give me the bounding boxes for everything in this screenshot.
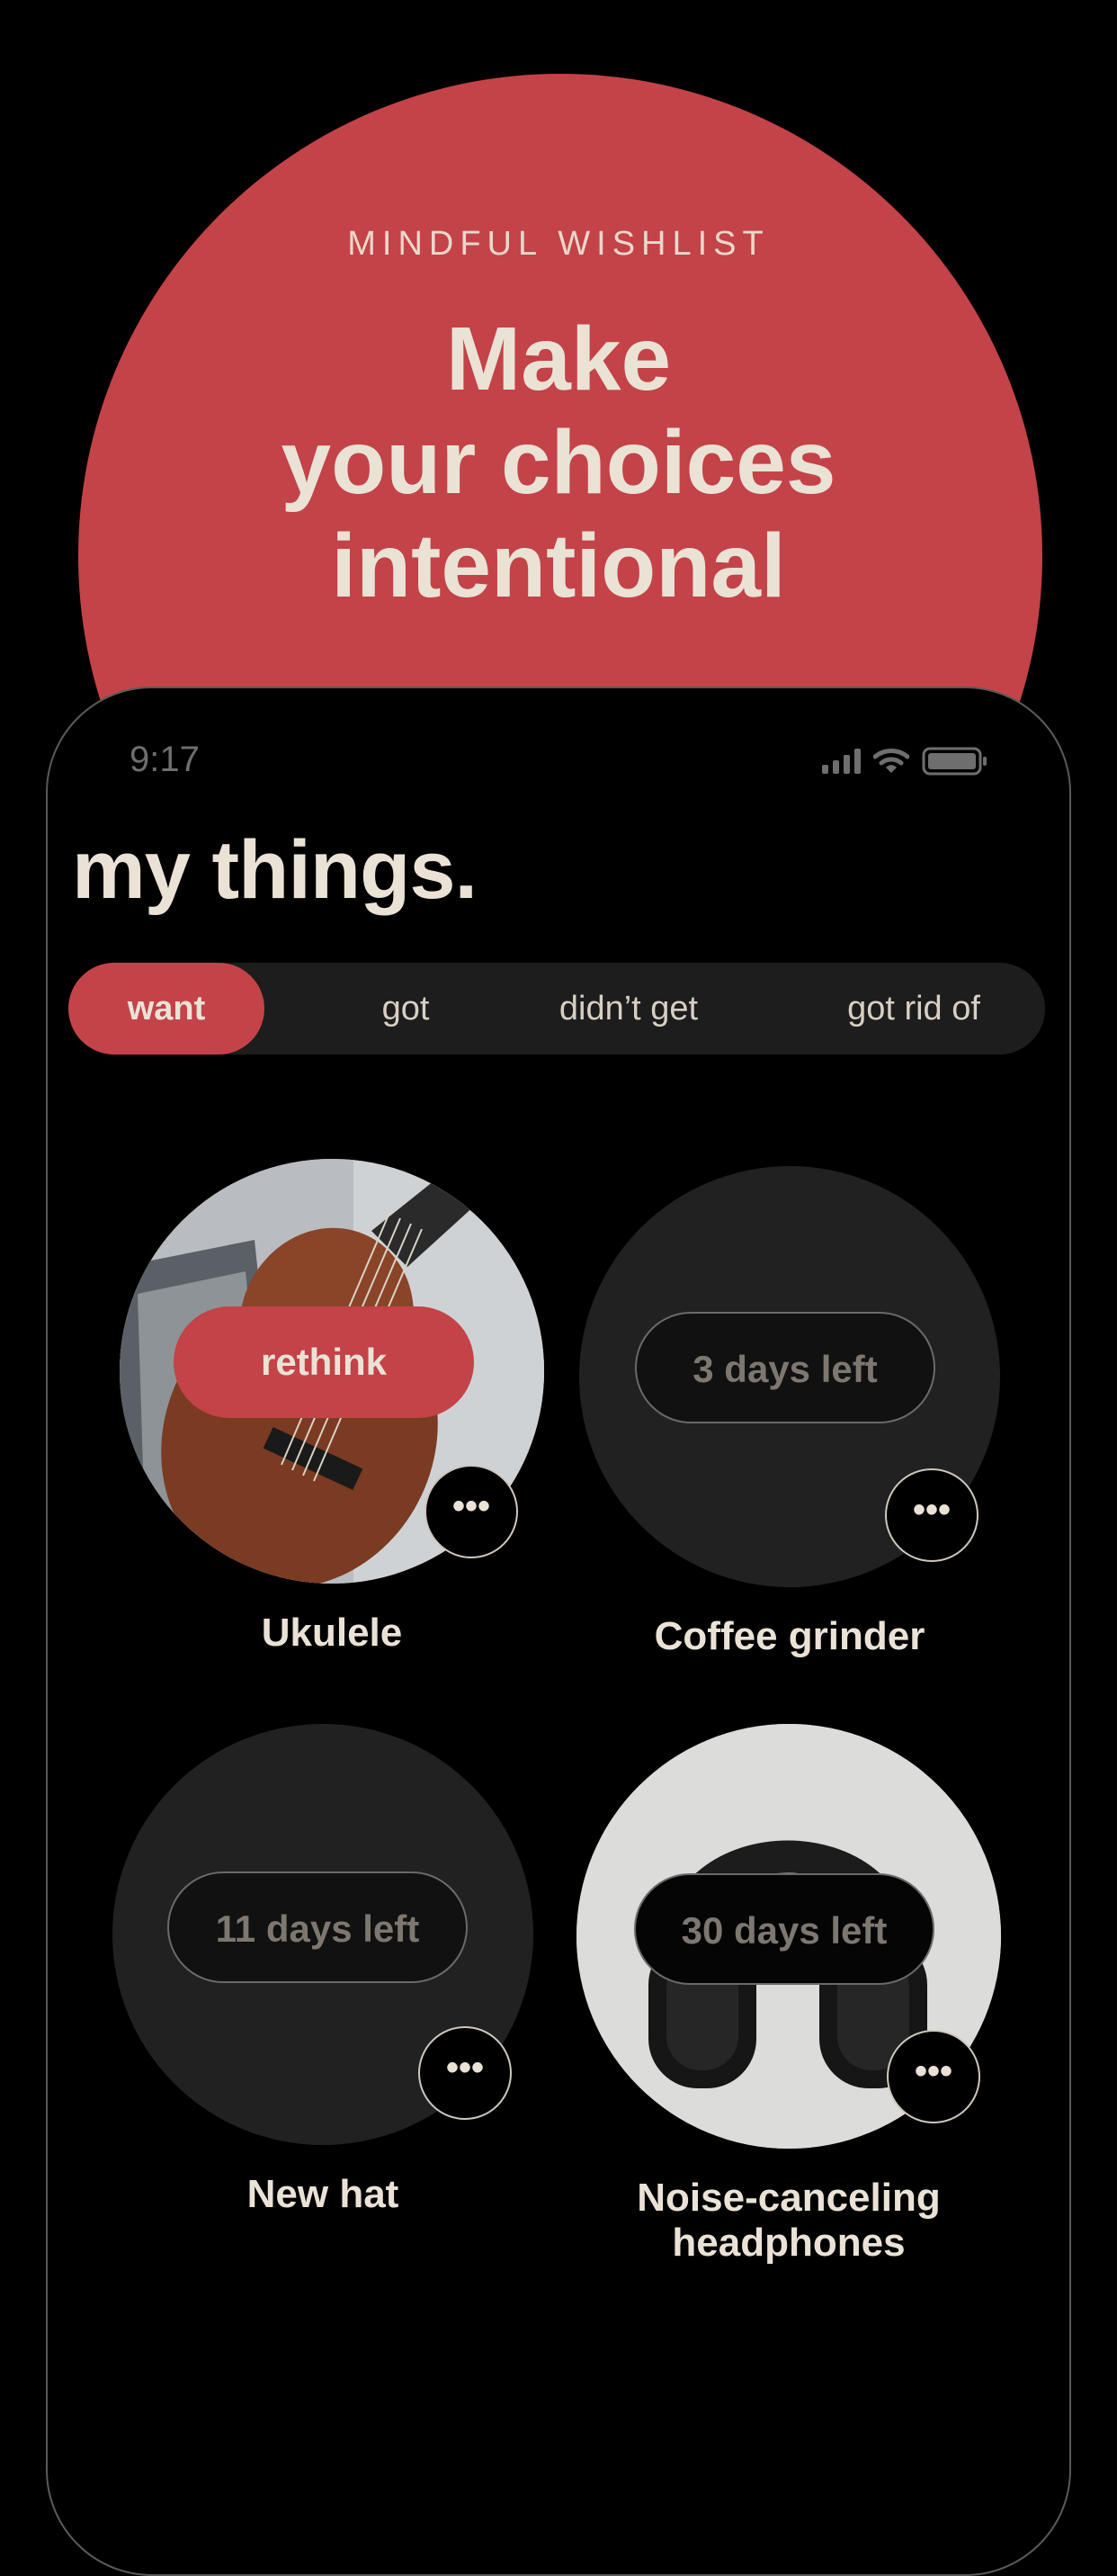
headline-line: Make xyxy=(445,309,672,409)
status-icons xyxy=(822,745,988,777)
eyebrow-label: MINDFUL WISHLIST xyxy=(347,225,770,263)
rethink-button[interactable]: rethink xyxy=(174,1306,474,1418)
days-left-badge: 11 days left xyxy=(167,1871,468,1983)
status-time: 9:17 xyxy=(130,740,200,779)
days-left-badge: 3 days left xyxy=(635,1312,935,1423)
tab-got-rid-of[interactable]: got rid of xyxy=(806,963,1022,1055)
tab-got[interactable]: got xyxy=(338,963,473,1055)
tab-didnt-get[interactable]: didn’t get xyxy=(516,963,741,1055)
hero-headline: Make your choices intentional xyxy=(0,308,1117,618)
headline-line: intentional xyxy=(331,516,786,616)
tab-want[interactable]: want xyxy=(68,963,264,1055)
more-options-button[interactable]: ••• xyxy=(885,1468,978,1562)
item-name: New hat xyxy=(246,2172,399,2216)
more-options-button[interactable]: ••• xyxy=(424,1465,518,1558)
item-name-line: headphones xyxy=(672,2221,906,2265)
more-options-button[interactable]: ••• xyxy=(887,2030,980,2123)
more-options-button[interactable]: ••• xyxy=(418,2026,512,2120)
battery-icon xyxy=(922,747,987,776)
headline-line: your choices xyxy=(281,412,836,513)
item-name: Noise-canceling headphones xyxy=(576,2176,1001,2266)
item-name: Ukulele xyxy=(261,1611,403,1655)
page-title: my things. xyxy=(72,824,478,916)
signal-icon xyxy=(822,749,861,774)
wifi-icon xyxy=(873,749,909,773)
item-name-line: Noise-canceling xyxy=(637,2176,941,2220)
segmented-tabs: want got didn’t get got rid of xyxy=(68,963,1045,1055)
days-left-badge: 30 days left xyxy=(634,1873,934,1985)
item-name: Coffee grinder xyxy=(654,1614,925,1658)
